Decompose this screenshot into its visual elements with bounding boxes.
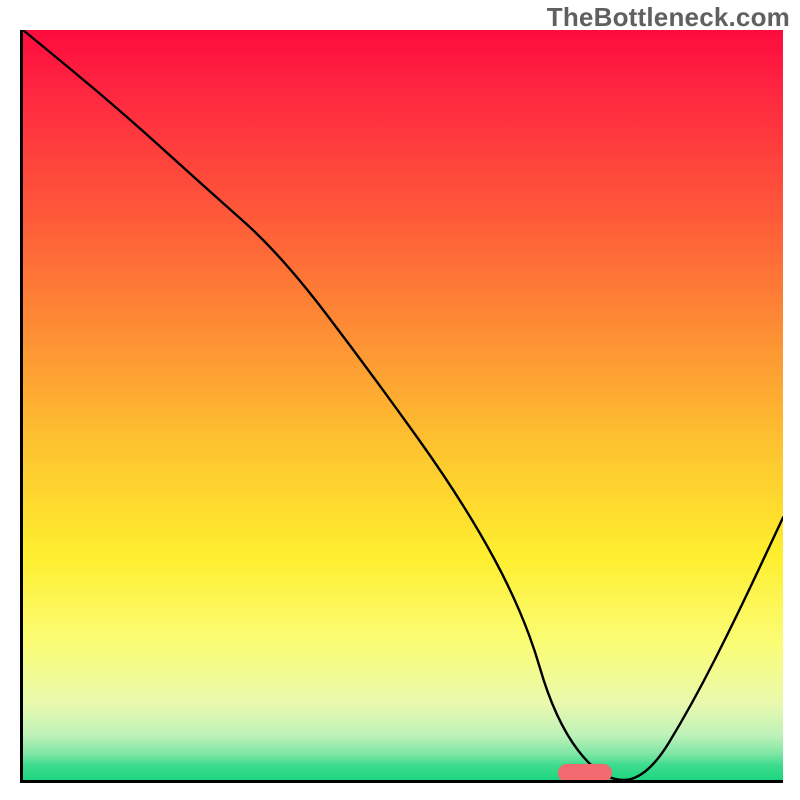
chart-container: TheBottleneck.com [0,0,800,800]
optimal-point-marker [558,764,612,782]
watermark-text: TheBottleneck.com [547,2,790,33]
bottleneck-curve [23,30,783,780]
chart-plot-area [20,30,783,783]
